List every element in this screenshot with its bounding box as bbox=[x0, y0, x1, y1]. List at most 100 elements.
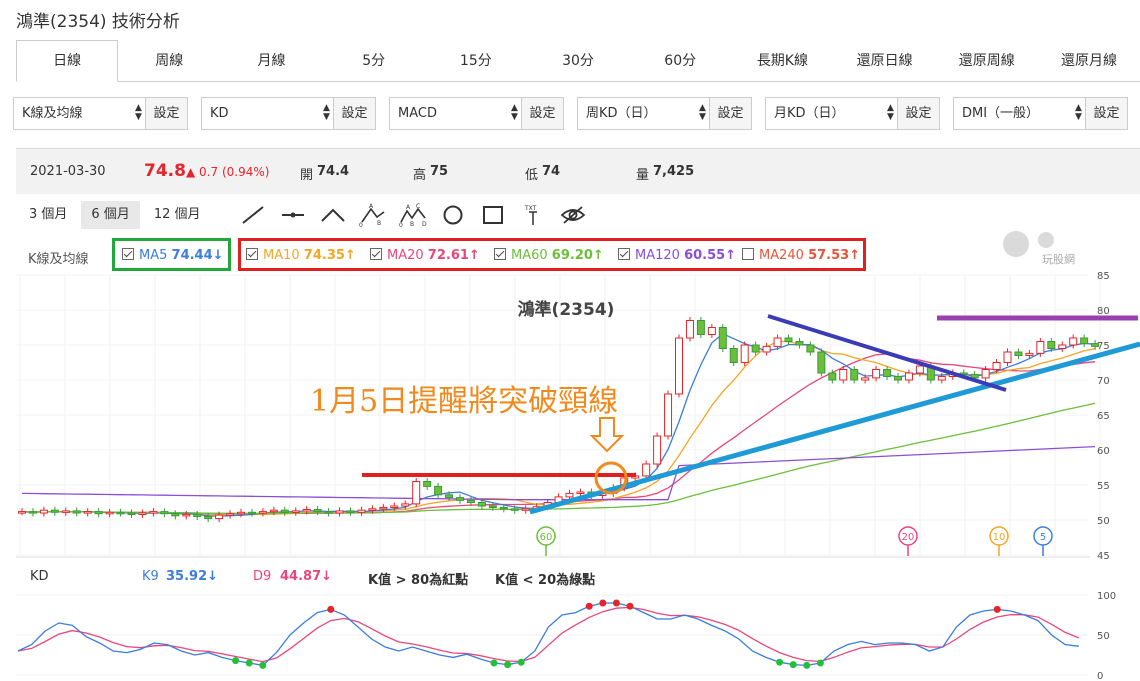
range-button-2[interactable]: 12 個月 bbox=[144, 201, 211, 229]
abcd-pattern-icon[interactable]: AC 0 B D bbox=[393, 201, 433, 229]
tab-5[interactable]: 30分 bbox=[527, 40, 629, 81]
annotation-text: 1月5日提醒將突破頸線 bbox=[310, 384, 618, 419]
kd-overbought-dot bbox=[993, 605, 1001, 613]
rectangle-tool-icon[interactable] bbox=[473, 201, 513, 229]
settings-button[interactable]: 設定 bbox=[897, 98, 939, 129]
candle-body bbox=[269, 509, 278, 513]
candle-body bbox=[94, 511, 103, 515]
settings-button[interactable]: 設定 bbox=[709, 98, 751, 129]
ma-marker-label: 10 bbox=[993, 532, 1006, 543]
kd-overbought-dot bbox=[612, 599, 620, 607]
kd-oversold-dot bbox=[776, 658, 784, 666]
open-label: 開 bbox=[300, 168, 314, 183]
settings-button[interactable]: 設定 bbox=[1085, 98, 1127, 129]
candle-body bbox=[61, 510, 70, 513]
tab-3[interactable]: 5分 bbox=[323, 40, 425, 81]
indicator-dropdown[interactable]: DMI（一般） ▲ ▼ bbox=[954, 98, 1085, 129]
candle-body bbox=[313, 509, 322, 513]
candle-body bbox=[1003, 351, 1012, 363]
svg-text:TXT: TXT bbox=[524, 205, 537, 212]
candle-body bbox=[970, 373, 979, 379]
candle-body bbox=[18, 511, 26, 514]
candle-body bbox=[357, 509, 366, 513]
kd-overbought-dot bbox=[626, 602, 634, 610]
low-label: 低 bbox=[525, 168, 539, 183]
tab-9[interactable]: 還原周線 bbox=[936, 40, 1038, 81]
circle-tool-icon[interactable] bbox=[433, 201, 473, 229]
candle-body bbox=[894, 376, 902, 381]
indicator-dropdown[interactable]: 周KD（日） ▲ ▼ bbox=[578, 98, 709, 129]
tab-7[interactable]: 長期K線 bbox=[731, 40, 833, 81]
range-buttons: 3 個月 6 個月 12 個月 bbox=[19, 201, 215, 229]
kd-oversold-dot bbox=[504, 661, 512, 669]
indicator-dropdown[interactable]: 月KD（日） ▲ ▼ bbox=[766, 98, 897, 129]
tab-1[interactable]: 周線 bbox=[118, 40, 220, 81]
candle-body bbox=[105, 511, 114, 515]
price-chart[interactable]: 858075706560555045鴻準(2354)1月5日提醒將突破頸線60 2… bbox=[0, 272, 1140, 681]
candle-body bbox=[138, 512, 147, 515]
indicator-dropdown[interactable]: KD ▲ ▼ bbox=[202, 98, 333, 129]
quote-bar: 2021-03-30 74.8 ▲ 0.7 (0.94%) 開 74.4 高 7… bbox=[16, 148, 1140, 194]
candle-body bbox=[784, 337, 793, 342]
indicator-select-5: DMI（一般） ▲ ▼ 設定 bbox=[953, 97, 1128, 130]
candle-body bbox=[740, 344, 749, 363]
ma-legend-label: K線及均線 bbox=[28, 252, 89, 267]
candle-body bbox=[806, 344, 815, 353]
settings-button[interactable]: 設定 bbox=[521, 98, 563, 129]
candle-body bbox=[1025, 352, 1034, 356]
candle-body bbox=[653, 435, 662, 465]
candle-body bbox=[72, 510, 81, 514]
indicator-dropdown[interactable]: MACD ▲ ▼ bbox=[390, 98, 521, 129]
segment-tool-icon[interactable] bbox=[273, 201, 313, 229]
svg-text:0: 0 bbox=[399, 222, 403, 227]
candle-body bbox=[116, 511, 125, 515]
candle-body bbox=[1047, 341, 1056, 349]
hide-drawings-icon[interactable] bbox=[553, 201, 593, 229]
candle-body bbox=[335, 510, 344, 514]
candle-body bbox=[215, 514, 224, 520]
candle-body bbox=[401, 503, 410, 507]
tab-2[interactable]: 月線 bbox=[220, 40, 322, 81]
candle-body bbox=[817, 351, 826, 374]
high-value: 75 bbox=[430, 164, 449, 179]
indicator-dropdown[interactable]: K線及均線 ▲ ▼ bbox=[14, 98, 145, 129]
candle-body bbox=[718, 327, 727, 349]
candle-body bbox=[324, 511, 333, 514]
y-tick-label: 60 bbox=[1097, 446, 1110, 457]
candle-body bbox=[664, 393, 673, 437]
candle-body bbox=[872, 369, 881, 379]
settings-button[interactable]: 設定 bbox=[145, 98, 187, 129]
candle-body bbox=[226, 513, 235, 516]
tab-8[interactable]: 還原日線 bbox=[834, 40, 936, 81]
candle-body bbox=[850, 369, 859, 381]
candle-body bbox=[1091, 343, 1100, 347]
settings-button[interactable]: 設定 bbox=[333, 98, 375, 129]
y-tick-label: 70 bbox=[1097, 376, 1110, 387]
y-tick-label: 45 bbox=[1097, 551, 1110, 562]
tab-4[interactable]: 15分 bbox=[425, 40, 527, 81]
tab-0[interactable]: 日線 bbox=[16, 40, 119, 82]
range-button-1[interactable]: 6 個月 bbox=[81, 201, 140, 229]
candle-body bbox=[1036, 341, 1045, 354]
angle-tool-icon[interactable] bbox=[313, 201, 353, 229]
tab-10[interactable]: 還原月線 bbox=[1038, 40, 1140, 81]
line-tool-icon[interactable] bbox=[233, 201, 273, 229]
range-button-0[interactable]: 3 個月 bbox=[19, 201, 77, 229]
svg-text:B: B bbox=[410, 221, 414, 227]
svg-text:C: C bbox=[416, 203, 420, 210]
svg-text:A: A bbox=[406, 204, 411, 211]
candle-body bbox=[915, 365, 924, 374]
candle-body bbox=[280, 509, 289, 513]
candle-body bbox=[445, 494, 454, 499]
candle-body bbox=[1069, 337, 1078, 346]
abc-pattern-icon[interactable]: A 0 B bbox=[353, 201, 393, 229]
svg-text:B: B bbox=[377, 220, 381, 227]
candle-body bbox=[696, 320, 705, 335]
text-tool-icon[interactable]: TXT bbox=[513, 201, 553, 229]
tab-6[interactable]: 60分 bbox=[629, 40, 731, 81]
down-arrow-icon bbox=[589, 417, 625, 453]
candle-body bbox=[247, 511, 256, 515]
candle-body bbox=[795, 341, 804, 346]
kd-y-tick-label: 0 bbox=[1097, 671, 1103, 681]
quote-price: 74.8 bbox=[144, 161, 186, 181]
